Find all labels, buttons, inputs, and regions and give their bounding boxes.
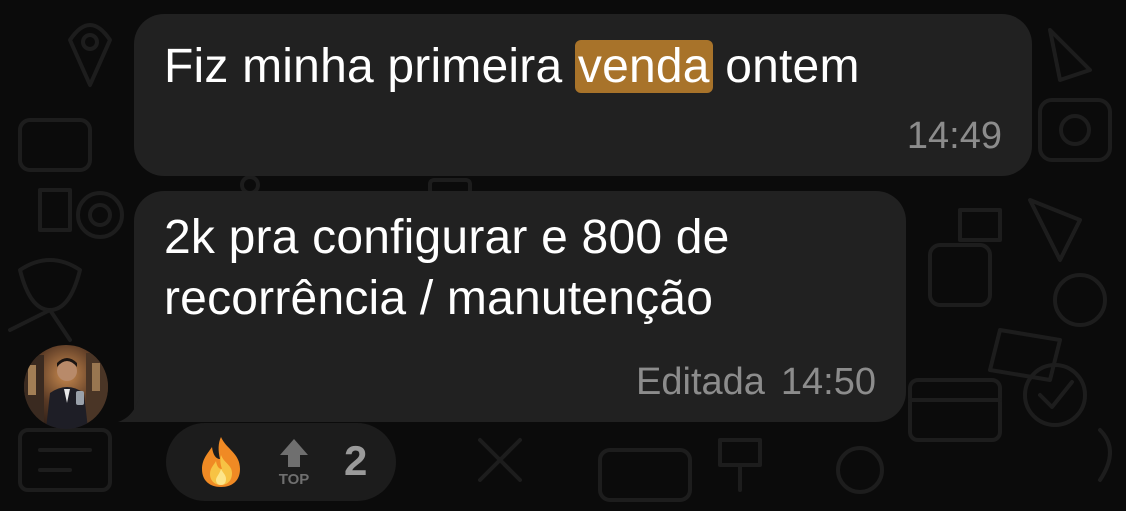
edited-label: Editada	[636, 361, 765, 403]
message-line: recorrência / manutenção	[164, 272, 714, 325]
top-label: TOP	[279, 471, 310, 487]
message-time: 14:50	[780, 361, 876, 403]
message-meta: Editada 14:50	[636, 360, 876, 404]
message-line: 2k pra configurar e 800 de	[164, 211, 730, 264]
message-text: Fiz minha primeira venda ontem	[164, 40, 860, 93]
avatar[interactable]	[24, 345, 108, 429]
bubble-tail	[118, 392, 148, 422]
message-time: 14:49	[906, 115, 1002, 157]
avatar-photo	[24, 345, 108, 429]
reactions-bar[interactable]: TOP 2	[166, 423, 396, 501]
message-bubble[interactable]: 2k pra configurar e 800 de recorrência /…	[134, 191, 906, 422]
top-arrow-icon[interactable]: TOP	[274, 435, 314, 488]
search-highlight: venda	[574, 40, 713, 93]
reaction-count: 2	[344, 437, 368, 484]
message-text: 2k pra configurar e 800 de recorrência /…	[164, 207, 730, 329]
message-meta: 14:49	[907, 114, 1002, 158]
message-bubble[interactable]: Fiz minha primeira venda ontem 14:49	[134, 14, 1032, 176]
fire-icon[interactable]	[196, 435, 246, 489]
